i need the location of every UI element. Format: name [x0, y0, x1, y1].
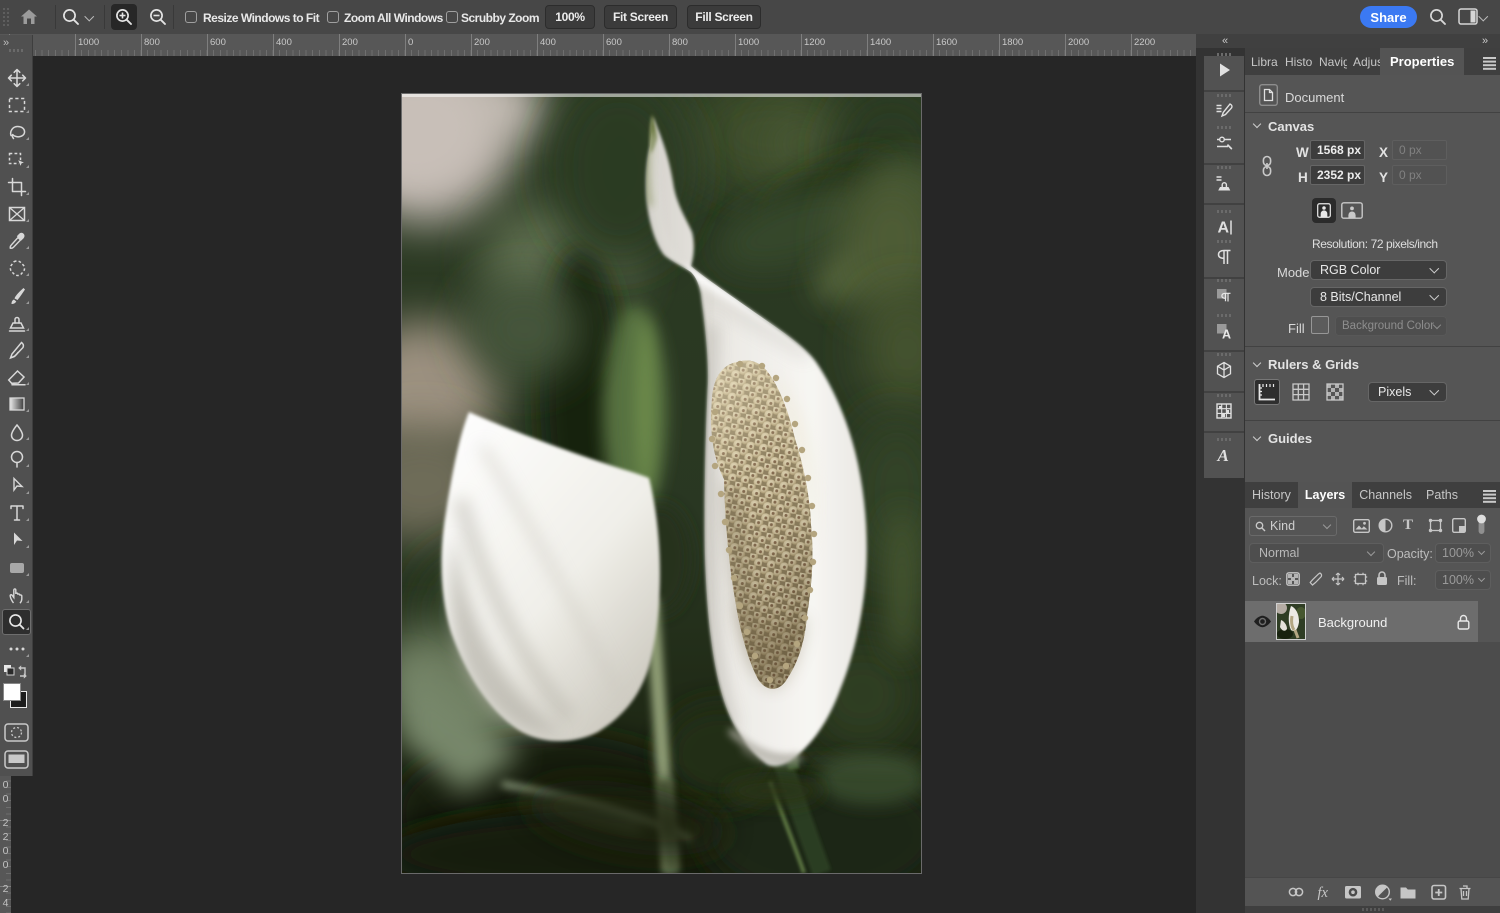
- svg-text:fx: fx: [1318, 885, 1329, 901]
- svg-text:A: A: [1222, 328, 1231, 342]
- svg-text:A: A: [1218, 220, 1230, 237]
- svg-text:A: A: [1217, 446, 1229, 465]
